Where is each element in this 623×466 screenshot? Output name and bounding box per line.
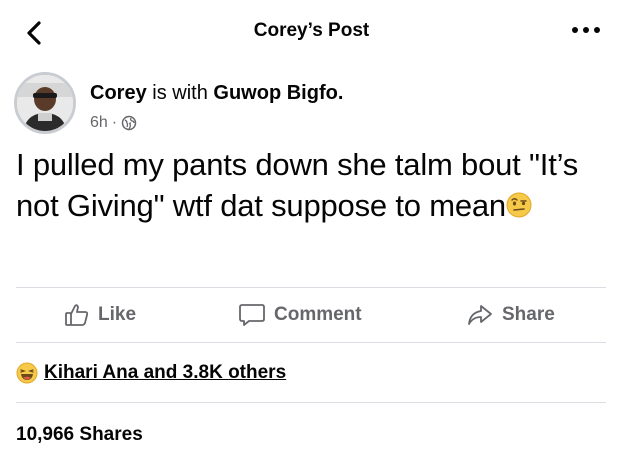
divider	[16, 287, 606, 288]
laughing-emoji	[16, 362, 38, 384]
post-text: I pulled my pants down she talm bout "It…	[16, 144, 606, 226]
raised-eyebrow-emoji	[506, 192, 532, 218]
avatar[interactable]	[14, 72, 76, 134]
post-time[interactable]: 6h	[90, 114, 108, 132]
meta-separator: ·	[111, 114, 118, 131]
divider	[16, 342, 606, 343]
post-page: Corey’s Post Corey is with Guwop Bigfo. …	[0, 0, 623, 466]
share-button[interactable]: Share	[466, 302, 555, 328]
top-bar: Corey’s Post	[0, 0, 623, 62]
tagged-name[interactable]: Guwop Bigfo.	[213, 82, 343, 104]
post-meta: 6h ·	[90, 114, 137, 132]
shares-count[interactable]: 10,966 Shares	[16, 424, 143, 446]
share-label: Share	[502, 304, 555, 325]
profile-photo	[17, 75, 73, 131]
action-bar: Like Comment Share	[0, 296, 623, 338]
reactions-text: Kihari Ana and 3.8K others	[44, 362, 287, 383]
comment-button[interactable]: Comment	[238, 302, 362, 328]
like-label: Like	[98, 304, 137, 325]
with-text: is with	[152, 82, 208, 104]
globe-icon	[121, 115, 137, 131]
more-horizontal-icon	[572, 27, 600, 33]
divider	[16, 402, 606, 403]
post-author-row: Corey is with Guwop Bigfo. 6h ·	[14, 72, 604, 142]
share-icon	[468, 305, 492, 325]
post-body: I pulled my pants down she talm bout "It…	[16, 147, 579, 223]
comment-label: Comment	[274, 304, 362, 325]
page-title: Corey’s Post	[253, 20, 370, 41]
author-line: Corey is with Guwop Bigfo.	[90, 82, 343, 105]
reactions-summary[interactable]: Kihari Ana and 3.8K others	[16, 362, 286, 384]
comment-icon	[239, 304, 265, 326]
more-options-button[interactable]	[569, 20, 603, 40]
thumbs-up-icon	[65, 304, 89, 326]
like-button[interactable]: Like	[64, 302, 136, 328]
author-name[interactable]: Corey	[90, 82, 147, 104]
